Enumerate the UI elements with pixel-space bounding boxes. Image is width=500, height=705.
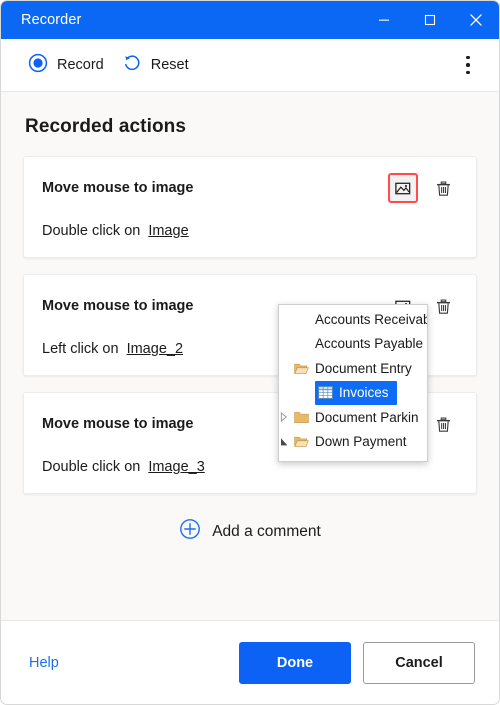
minimize-button[interactable] bbox=[361, 1, 407, 39]
screenshot-tree: Accounts Receivable Accounts Payable bbox=[279, 305, 427, 461]
tree-item-label: Document Parkin bbox=[315, 409, 419, 425]
tree-item-label: Accounts Receivable bbox=[315, 311, 427, 327]
folder-open-icon bbox=[291, 435, 311, 448]
window-title: Recorder bbox=[21, 12, 82, 28]
image-preview-popup: Accounts Receivable Accounts Payable bbox=[278, 304, 428, 462]
tree-item: Document Entry bbox=[279, 356, 427, 381]
action-verb: Double click on bbox=[42, 223, 141, 239]
kebab-dot-icon bbox=[466, 70, 470, 75]
reset-label: Reset bbox=[150, 57, 189, 73]
folder-icon bbox=[315, 460, 335, 461]
delete-action-button[interactable] bbox=[428, 173, 458, 203]
action-target-link[interactable]: Image_2 bbox=[127, 341, 183, 357]
trash-icon bbox=[436, 417, 450, 432]
page-title: Recorded actions bbox=[25, 116, 187, 137]
content-area: Recorded actions Move mouse to image Dou… bbox=[1, 92, 499, 620]
kebab-dot-icon bbox=[466, 55, 470, 60]
footer-bar: Help Done Cancel bbox=[1, 620, 499, 704]
action-title: Move mouse to image bbox=[42, 416, 194, 432]
action-card[interactable]: Move mouse to image bbox=[23, 156, 477, 258]
action-card-header: Move mouse to image bbox=[42, 173, 458, 203]
close-button[interactable] bbox=[453, 1, 499, 39]
title-bar: Recorder bbox=[1, 1, 499, 39]
tree-item-label: Down Payme bbox=[339, 459, 419, 461]
add-comment-label: Add a comment bbox=[212, 522, 321, 540]
trash-icon bbox=[436, 299, 450, 314]
action-card-buttons bbox=[388, 173, 458, 203]
record-label: Record bbox=[57, 57, 104, 73]
folder-open-icon bbox=[291, 362, 311, 375]
action-verb: Left click on bbox=[42, 341, 119, 357]
help-link[interactable]: Help bbox=[29, 655, 59, 671]
recorder-window: Recorder Record Reset Recorded actions M… bbox=[0, 0, 500, 705]
delete-action-button[interactable] bbox=[428, 409, 458, 439]
tree-item-label: Invoices bbox=[339, 385, 389, 401]
cancel-button[interactable]: Cancel bbox=[363, 641, 475, 684]
action-verb: Double click on bbox=[42, 459, 141, 475]
tree-item: Document Parkin bbox=[279, 405, 427, 430]
add-comment-button[interactable]: Add a comment bbox=[23, 510, 477, 553]
tree-item: Down Payment bbox=[279, 430, 427, 455]
chevron-right-icon bbox=[279, 412, 291, 423]
delete-action-button[interactable] bbox=[428, 291, 458, 321]
record-icon bbox=[28, 53, 48, 78]
trash-icon bbox=[436, 181, 450, 196]
action-title: Move mouse to image bbox=[42, 180, 194, 196]
action-title: Move mouse to image bbox=[42, 298, 194, 314]
chevron-down-icon bbox=[279, 437, 291, 447]
table-grid-icon bbox=[315, 386, 335, 400]
tree-item-label: Down Payment bbox=[315, 434, 407, 450]
tree-item: Invoices bbox=[279, 380, 427, 406]
image-icon bbox=[394, 182, 410, 194]
reset-icon bbox=[122, 53, 142, 78]
done-button[interactable]: Done bbox=[239, 641, 351, 684]
reset-button[interactable]: Reset bbox=[113, 47, 198, 84]
folder-icon bbox=[291, 411, 311, 424]
plus-circle-icon bbox=[179, 518, 201, 545]
toolbar: Record Reset bbox=[1, 39, 499, 92]
record-button[interactable]: Record bbox=[19, 47, 113, 84]
action-target-link[interactable]: Image bbox=[148, 223, 188, 239]
action-description: Double click on Image bbox=[42, 223, 458, 239]
maximize-button[interactable] bbox=[407, 1, 453, 39]
tree-item-selected: Invoices bbox=[315, 380, 397, 405]
window-controls bbox=[361, 1, 499, 39]
tree-item: Accounts Payable bbox=[279, 332, 427, 357]
tree-item-label: Accounts Payable bbox=[315, 336, 424, 352]
more-options-button[interactable] bbox=[451, 48, 485, 82]
action-target-link[interactable]: Image_3 bbox=[148, 459, 204, 475]
tree-item: Accounts Receivable bbox=[279, 307, 427, 332]
image-preview-button[interactable] bbox=[388, 173, 418, 203]
tree-item: Down Payme bbox=[279, 454, 427, 461]
tree-item-label: Document Entry bbox=[315, 360, 412, 376]
kebab-dot-icon bbox=[466, 63, 470, 67]
